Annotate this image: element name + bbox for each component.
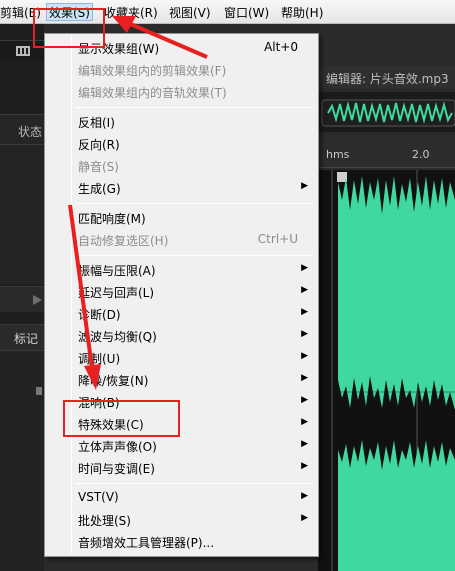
- highlight-box-special-effects: [63, 400, 180, 437]
- submenu-arrow-icon: ▶: [301, 461, 308, 471]
- submenu-arrow-icon: ▶: [301, 307, 308, 317]
- files-panel-header: 状态: [0, 114, 44, 144]
- menu-separator: [75, 255, 313, 256]
- submenu-arrow-icon: ▶: [301, 439, 308, 449]
- submenu-arrow-icon: ▶: [301, 263, 308, 273]
- ruler-unit: hms: [326, 148, 350, 161]
- menu-item-reverse[interactable]: 反向(R): [45, 133, 318, 155]
- ruler-mark: 2.0: [412, 148, 430, 161]
- effects-dropdown-menu: 显示效果组(W) Alt+0 编辑效果组内的剪辑效果(F) 编辑效果组内的音轨效…: [44, 33, 319, 557]
- menu-view[interactable]: 视图(V): [169, 4, 211, 22]
- menu-item-edit-track-effects[interactable]: 编辑效果组内的音轨效果(T): [45, 81, 318, 103]
- files-panel-body: [0, 144, 44, 284]
- menu-help[interactable]: 帮助(H): [281, 4, 323, 22]
- playhead-handle: [337, 172, 347, 182]
- submenu-arrow-icon: ▶: [301, 395, 308, 405]
- waveform-display[interactable]: [318, 170, 455, 571]
- menu-item-filter-eq[interactable]: 滤波与均衡(Q) ▶: [45, 325, 318, 347]
- submenu-arrow-icon: ▶: [301, 351, 308, 361]
- menu-item-auto-heal[interactable]: 自动修复选区(H) Ctrl+U: [45, 229, 318, 251]
- menu-item-stereo-imagery[interactable]: 立体声声像(O) ▶: [45, 435, 318, 457]
- highlight-box-effects-menu: [33, 8, 105, 48]
- submenu-arrow-icon: ▶: [301, 513, 308, 523]
- time-ruler[interactable]: hms 2.0: [318, 142, 455, 168]
- markers-panel-body: [0, 350, 44, 571]
- play-icon[interactable]: [33, 295, 43, 305]
- menu-separator: [75, 203, 313, 204]
- menu-separator: [75, 483, 313, 484]
- menu-favorites[interactable]: 收藏夹(R): [104, 4, 158, 22]
- menu-window[interactable]: 窗口(W): [224, 4, 269, 22]
- menu-item-generate[interactable]: 生成(G) ▶: [45, 177, 318, 199]
- menu-item-diagnostics[interactable]: 诊断(D) ▶: [45, 303, 318, 325]
- menu-item-vst[interactable]: VST(V) ▶: [45, 487, 318, 509]
- status-column-label: 状态: [18, 125, 43, 139]
- film-icon: [16, 46, 30, 56]
- overview-waveform: [321, 99, 455, 127]
- left-panels: 状态 标记: [0, 24, 44, 571]
- submenu-arrow-icon: ▶: [301, 285, 308, 295]
- menu-item-delay-echo[interactable]: 延迟与回声(L) ▶: [45, 281, 318, 303]
- menu-item-match-loudness[interactable]: 匹配响度(M): [45, 207, 318, 229]
- submenu-arrow-icon: ▶: [301, 329, 308, 339]
- menu-item-plugin-manager[interactable]: 音频增效工具管理器(P)...: [45, 531, 318, 553]
- menu-item-edit-clip-effects[interactable]: 编辑效果组内的剪辑效果(F): [45, 59, 318, 81]
- menu-item-silence[interactable]: 静音(S): [45, 155, 318, 177]
- menu-item-time-pitch[interactable]: 时间与变调(E) ▶: [45, 457, 318, 479]
- tab-markers[interactable]: 标记: [14, 330, 38, 347]
- editor-title-bar: 编辑器: 片头音效.mp3: [318, 66, 455, 88]
- menu-separator: [75, 107, 313, 108]
- menu-item-modulation[interactable]: 调制(U) ▶: [45, 347, 318, 369]
- markers-tab-bar: 标记: [0, 324, 44, 350]
- editor-title: 编辑器: 片头音效.mp3: [326, 72, 449, 86]
- submenu-arrow-icon: ▶: [301, 373, 308, 383]
- menu-item-invert[interactable]: 反相(I): [45, 111, 318, 133]
- submenu-arrow-icon: ▶: [301, 181, 308, 191]
- waveform-overview[interactable]: [318, 92, 455, 132]
- marker-column-hint: [36, 387, 42, 395]
- menu-item-amplitude-compression[interactable]: 振幅与压限(A) ▶: [45, 259, 318, 281]
- menu-item-noise-reduction[interactable]: 降噪/恢复(N) ▶: [45, 369, 318, 391]
- submenu-arrow-icon: ▶: [301, 491, 308, 501]
- menu-item-batch[interactable]: 批处理(S) ▶: [45, 509, 318, 531]
- waveform: [318, 170, 455, 571]
- submenu-arrow-icon: ▶: [301, 417, 308, 427]
- transport-strip: [0, 286, 44, 312]
